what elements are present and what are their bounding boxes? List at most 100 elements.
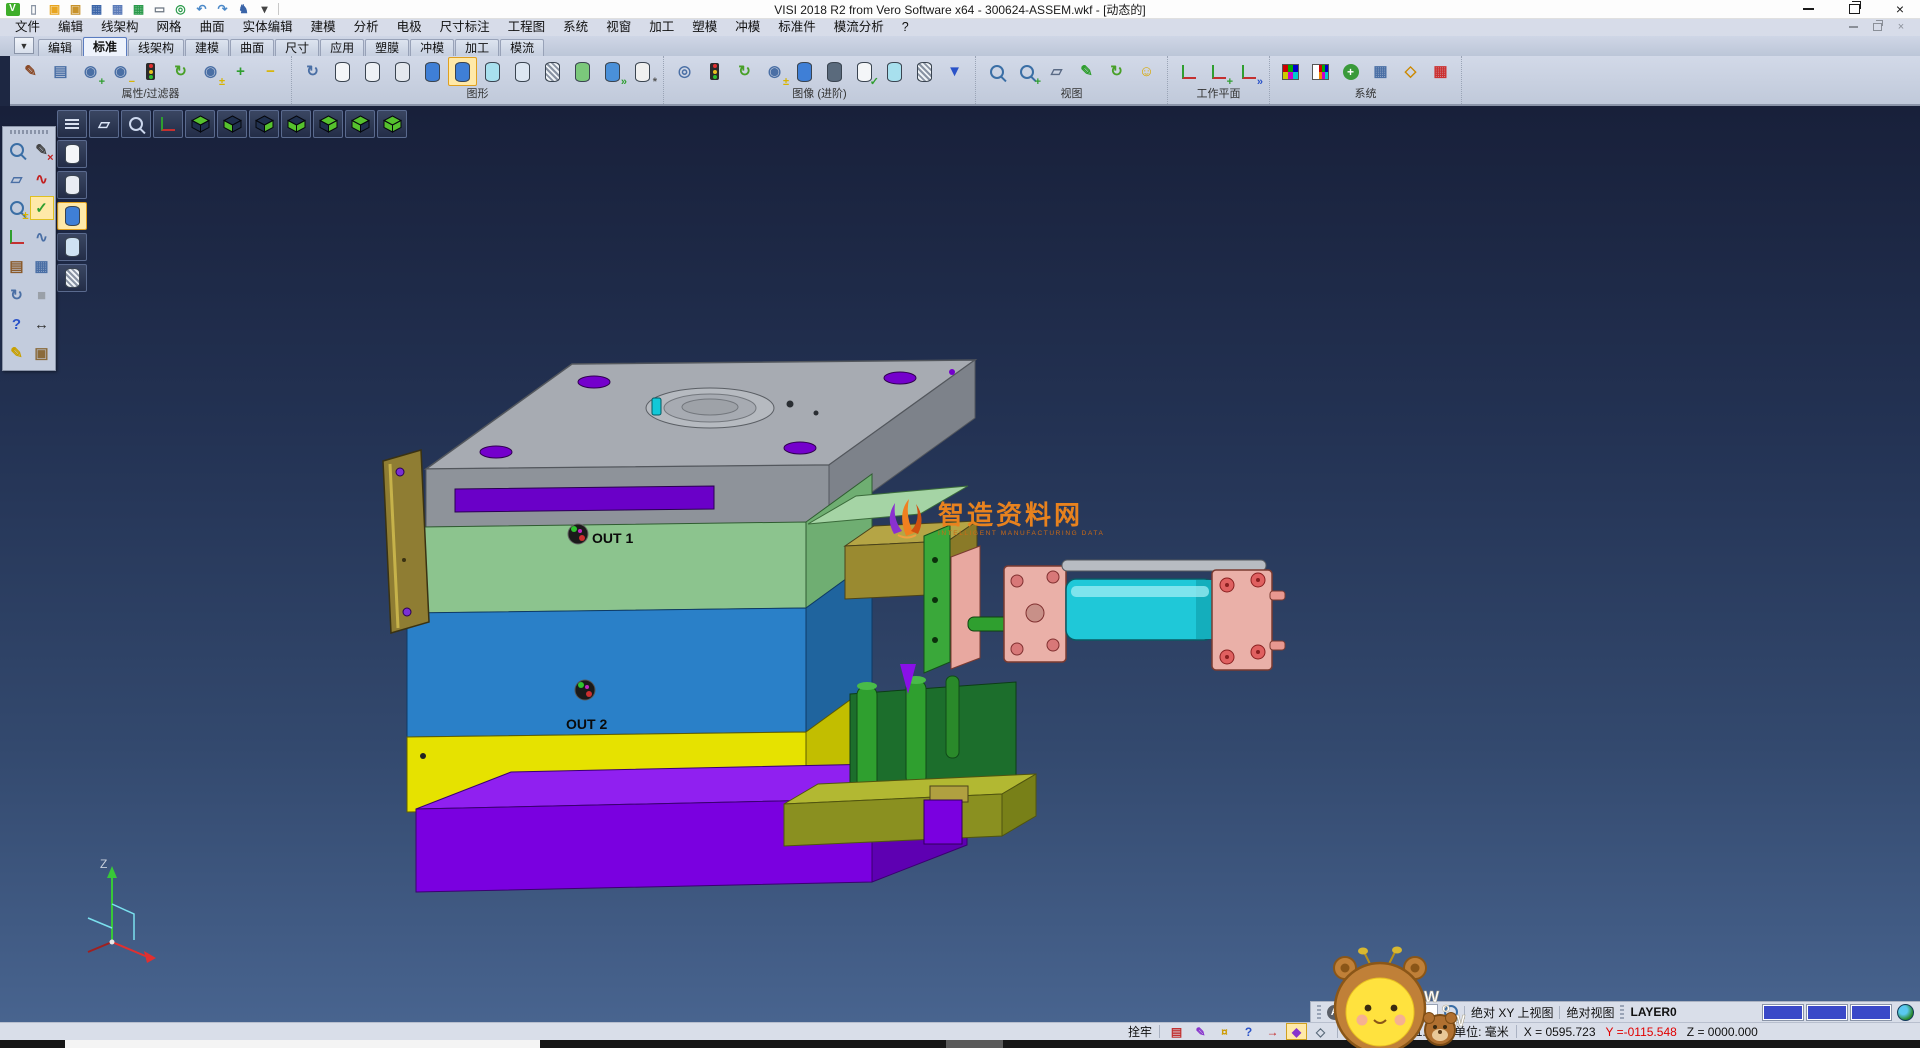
menu-item-analysis[interactable]: 分析: [345, 18, 388, 36]
plane-select-icon[interactable]: ▱: [5, 167, 29, 191]
advanced-filter-icon[interactable]: [700, 57, 729, 86]
clipboard-icon[interactable]: ▣: [30, 341, 54, 365]
layer-color-swatch[interactable]: [1851, 1005, 1891, 1020]
menu-item-surface[interactable]: 曲面: [191, 18, 234, 36]
attribute-copy-icon[interactable]: ▤: [46, 57, 75, 86]
advanced-graphics-icon[interactable]: ◎: [670, 57, 699, 86]
advanced-toggle-icon[interactable]: ◉±: [760, 57, 789, 86]
quick-access-dropdown-icon[interactable]: ▾: [255, 2, 274, 17]
help-icon[interactable]: ?: [5, 312, 29, 336]
key-icon[interactable]: ¤: [1215, 1024, 1234, 1039]
workplane-xyz-icon[interactable]: [1174, 57, 1203, 86]
delete-sketch-icon[interactable]: ✎×: [30, 138, 54, 162]
layer-attributes-icon[interactable]: ▤: [5, 254, 29, 278]
option-table-icon[interactable]: ▦: [1366, 57, 1395, 86]
solid-view-icon[interactable]: ■: [30, 283, 54, 307]
view-back-icon[interactable]: [313, 110, 343, 138]
view-bottom-icon[interactable]: [345, 110, 375, 138]
close-button[interactable]: ×: [1890, 1, 1910, 17]
menu-item-window[interactable]: 视窗: [597, 18, 640, 36]
grid-settings-icon[interactable]: ▦: [1426, 57, 1455, 86]
axis-display-icon[interactable]: [153, 110, 183, 138]
print-preview-icon[interactable]: ◎: [171, 2, 190, 17]
menu-item-wireframe[interactable]: 线架构: [92, 18, 148, 36]
filter-elements-icon[interactable]: [136, 57, 165, 86]
menu-item-system[interactable]: 系统: [554, 18, 597, 36]
active-layer-label[interactable]: LAYER0: [1630, 1005, 1676, 1019]
sketch-view-icon[interactable]: ✎: [1072, 57, 1101, 86]
cube-display-icon[interactable]: ◆: [1287, 1024, 1306, 1039]
workplane-view-icon[interactable]: »: [1234, 57, 1263, 86]
shaded-style-icon[interactable]: [418, 57, 447, 86]
select-filter-icon[interactable]: [5, 138, 29, 162]
tab-edit[interactable]: 编辑: [38, 39, 82, 56]
color-palette-icon[interactable]: [1276, 57, 1305, 86]
hatch-mode-icon[interactable]: [57, 264, 87, 292]
section-hatch-icon[interactable]: [910, 57, 939, 86]
drag-settings-icon[interactable]: ◇: [1396, 57, 1425, 86]
toggle-visibility-icon[interactable]: ◉±: [196, 57, 225, 86]
hidden-line-style-icon[interactable]: [358, 57, 387, 86]
dashed-hidden-style-icon[interactable]: [388, 57, 417, 86]
minimize-button[interactable]: [1798, 1, 1818, 17]
zoom-select-icon[interactable]: [121, 110, 151, 138]
view-left-icon[interactable]: [249, 110, 279, 138]
menu-item-drawing[interactable]: 工程图: [499, 18, 555, 36]
tab-mold[interactable]: 塑膜: [365, 39, 409, 56]
menu-item-standard-parts[interactable]: 标准件: [769, 18, 825, 36]
menu-item-dimension[interactable]: 尺寸标注: [431, 18, 499, 36]
system-config-icon[interactable]: +: [1336, 57, 1365, 86]
view-orientation-label[interactable]: 绝对 XY 上视图: [1471, 1004, 1553, 1021]
menu-item-modeling[interactable]: 建模: [302, 18, 345, 36]
regen-view-icon[interactable]: ↻: [5, 283, 29, 307]
workplane-entity-icon[interactable]: +: [1204, 57, 1233, 86]
curve-edit-icon[interactable]: ∿: [30, 167, 54, 191]
tab-dimension[interactable]: 尺寸: [275, 39, 319, 56]
wireframe-style-icon[interactable]: [328, 57, 357, 86]
export-icon[interactable]: →: [1263, 1024, 1282, 1039]
tab-application[interactable]: 应用: [320, 39, 364, 56]
menu-item-electrode[interactable]: 电极: [388, 18, 431, 36]
menu-item-press[interactable]: 冲模: [726, 18, 769, 36]
hide-entities-icon[interactable]: ◉−: [106, 57, 135, 86]
show-all-icon[interactable]: +: [226, 57, 255, 86]
grid-plane-icon[interactable]: ▦: [30, 254, 54, 278]
view-plane-icon[interactable]: ▱: [1042, 57, 1071, 86]
open-file-icon[interactable]: ▣: [45, 2, 64, 17]
layer-color-swatch[interactable]: [1807, 1005, 1847, 1020]
show-entities-icon[interactable]: ◉+: [76, 57, 105, 86]
menu-item-moldflow[interactable]: 模流分析: [825, 18, 893, 36]
tab-machining[interactable]: 加工: [455, 39, 499, 56]
graphics-viewport[interactable]: OUT 1 OUT 2 Z ▱ ✎×▱∿±✓∿▤▦↻■?↔✎▣: [0, 106, 1920, 1022]
redo-icon[interactable]: ↷: [213, 2, 232, 17]
shaded-mode-icon[interactable]: [57, 202, 87, 230]
snapshot-icon[interactable]: ▤: [1167, 1024, 1186, 1039]
mdi-restore-button[interactable]: [1870, 23, 1884, 31]
globe-icon[interactable]: [1897, 1004, 1914, 1021]
color-table-icon[interactable]: [1306, 57, 1335, 86]
absolute-view-label[interactable]: 绝对视图: [1566, 1004, 1614, 1021]
tab-dropdown-icon[interactable]: ▼: [14, 37, 34, 54]
menu-item-help[interactable]: ?: [893, 18, 918, 36]
workplane-display-icon[interactable]: ▱: [89, 110, 119, 138]
ucs-icon[interactable]: [5, 225, 29, 249]
tab-flow[interactable]: 模流: [500, 39, 544, 56]
shaded-edges-style-icon[interactable]: [448, 57, 477, 86]
copy-view-icon[interactable]: »: [598, 57, 627, 86]
translucent-mode-icon[interactable]: [57, 233, 87, 261]
zoom-window-icon[interactable]: +: [1012, 57, 1041, 86]
confirm-icon[interactable]: ✓: [30, 196, 54, 220]
assembly-style-icon[interactable]: [568, 57, 597, 86]
history-icon[interactable]: ♞: [234, 2, 253, 17]
visi-logo-icon[interactable]: V: [3, 2, 22, 17]
new-file-icon[interactable]: ▯: [24, 2, 43, 17]
attribute-paint-icon[interactable]: ✎: [16, 57, 45, 86]
orient-view-icon[interactable]: ▼: [940, 57, 969, 86]
menu-item-edit[interactable]: 编辑: [49, 18, 92, 36]
wireframe-mode-icon[interactable]: [57, 140, 87, 168]
tab-standard[interactable]: 标准: [83, 37, 127, 56]
flat-style-icon[interactable]: [508, 57, 537, 86]
view-iso-icon[interactable]: [377, 110, 407, 138]
render-smile-icon[interactable]: ☺: [1132, 57, 1161, 86]
save-icon[interactable]: ▦: [87, 2, 106, 17]
